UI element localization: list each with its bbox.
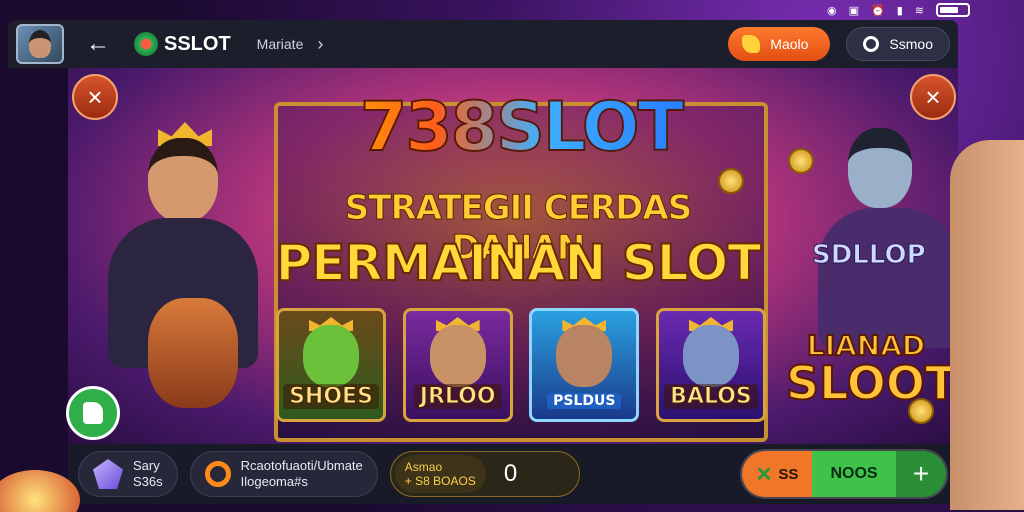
promo-pill[interactable]: Rcaotofuaoti/Ubmate Ilogeoma#s: [189, 451, 378, 497]
warrior-character-illustration: [808, 128, 958, 348]
thumbs-up-icon: [83, 402, 103, 424]
avatar[interactable]: [16, 24, 64, 64]
amount-tag-line2: + S8 BOAOS: [404, 474, 476, 488]
game-card[interactable]: SHOES: [276, 308, 386, 422]
back-arrow-icon[interactable]: ←: [84, 30, 112, 58]
gear-icon: [863, 36, 880, 52]
amount-tag-line1: Asmao: [404, 459, 443, 474]
game-card-label: JRLOO: [413, 384, 502, 410]
coin-icon: [788, 148, 814, 174]
character-portrait: [303, 325, 359, 387]
character-body: [818, 208, 958, 348]
status-bar: ◉ ▣ ⏰ ▮ ≋: [827, 0, 970, 20]
corner-logo: LIANAD SLOOT: [785, 331, 957, 408]
spin-action-group: ✕ SS NOOS +: [740, 449, 948, 499]
refresh-icon: [204, 461, 231, 487]
app-logo[interactable]: SSLOT: [134, 32, 231, 56]
primary-action-button[interactable]: Maolo: [728, 27, 831, 61]
wifi-icon: ≋: [914, 3, 924, 17]
character-portrait: [682, 325, 739, 387]
logo-text: SSLOT: [164, 32, 231, 55]
bottom-bar: Sary S36s Rcaotofuaoti/Ubmate Ilogeoma#s…: [68, 444, 958, 504]
wallet-pill[interactable]: Sary S36s: [78, 451, 178, 497]
game-card[interactable]: BALOS: [655, 308, 766, 422]
promo-line1: Rcaotofuaoti/Ubmate: [240, 457, 363, 473]
avatar-face: [29, 30, 51, 58]
sim-icon: ▣: [848, 3, 860, 17]
spin-button[interactable]: NOOS: [812, 451, 896, 497]
coin-icon: [718, 168, 744, 194]
add-bet-button[interactable]: +: [896, 451, 946, 497]
game-card-row: SHOES JRLOO PSLDUS BALOS: [274, 308, 768, 422]
coin-icon: [908, 398, 934, 424]
alarm-icon: ⏰: [871, 3, 885, 17]
like-button[interactable]: [66, 386, 120, 440]
side-label: SDLLOP: [812, 240, 927, 271]
eye-icon: ◉: [827, 3, 837, 17]
bet-amount-pill[interactable]: Asmao + S8 BOAOS 0: [389, 451, 580, 497]
top-app-bar: ← SSLOT Mariate › Maolo Ssmoo: [8, 20, 958, 68]
cancel-bet-label: SS: [778, 465, 799, 483]
amount-value: 0: [503, 460, 518, 487]
character-portrait: [556, 325, 613, 387]
hand-illustration: [950, 140, 1024, 510]
game-banner[interactable]: 738SLOT STRATEGII CERDAS DANAN PERMAINAN…: [68, 68, 958, 444]
game-card-label: SHOES: [283, 384, 379, 410]
promo-line2: Ilogeoma#s: [240, 474, 308, 489]
close-icon: ✕: [755, 463, 773, 486]
character-portrait: [429, 325, 486, 387]
settings-label: Ssmoo: [889, 36, 933, 52]
fox-character-illustration: [148, 298, 238, 408]
gem-icon: [93, 459, 123, 489]
phone-screen: ◉ ▣ ⏰ ▮ ≋ ← SSLOT Mariate › Maolo Ssmoo: [0, 0, 1000, 512]
battery-icon: [936, 3, 970, 17]
close-icon[interactable]: ×: [910, 74, 956, 120]
amount-tag: Asmao + S8 BOAOS: [394, 455, 486, 493]
primary-action-label: Maolo: [770, 36, 809, 52]
wallet-label: Sary: [133, 457, 160, 473]
wallet-value: S36s: [133, 474, 163, 489]
banner-title: 738SLOT: [306, 87, 736, 168]
chevron-right-icon[interactable]: ›: [317, 34, 323, 55]
signal-icon: ▮: [896, 3, 903, 17]
clover-logo-icon: [134, 32, 158, 56]
game-card-label: PSLDUS: [547, 393, 622, 409]
badge-icon: [742, 35, 761, 53]
breadcrumb[interactable]: Mariate: [257, 36, 304, 52]
character-head: [148, 138, 218, 222]
game-card[interactable]: PSLDUS: [529, 308, 640, 422]
cancel-bet-button[interactable]: ✕ SS: [742, 451, 812, 497]
banner-subtitle-line2: PERMAINAN SLOT: [275, 233, 763, 293]
character-head: [848, 128, 912, 208]
settings-button[interactable]: Ssmoo: [846, 27, 950, 61]
game-card-label: BALOS: [664, 384, 758, 410]
close-icon[interactable]: ×: [72, 74, 118, 120]
game-card[interactable]: JRLOO: [402, 308, 513, 422]
